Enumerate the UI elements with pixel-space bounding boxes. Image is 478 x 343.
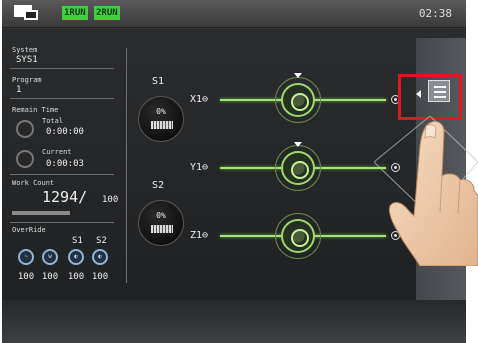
current-time-value: 0:00:03 (46, 159, 84, 169)
spindle-load-bars (151, 225, 173, 233)
override-value: 100 (67, 272, 85, 282)
axis-y1-marker-icon (294, 142, 302, 147)
work-count-label: Work Count (12, 179, 55, 187)
total-label: Total (42, 117, 64, 125)
axis-z1-knob[interactable] (281, 219, 315, 253)
divider-line (10, 68, 114, 69)
total-time-ring-icon (16, 120, 34, 138)
program-value: 1 (16, 85, 22, 95)
override-spindle1-icon[interactable]: ◐ (68, 249, 84, 265)
override-s2-label: S2 (96, 236, 107, 246)
axis-y1-knob[interactable] (281, 151, 315, 185)
override-rapid-icon[interactable]: ~ (18, 249, 34, 265)
override-feed-icon[interactable]: w (42, 249, 58, 265)
current-time-ring-icon (16, 150, 34, 168)
divider-line (10, 174, 114, 175)
axis-x1-knob[interactable] (281, 83, 315, 117)
run-status-2: 2RUN (94, 6, 120, 20)
system-label: System (12, 46, 38, 54)
remain-time-label: Remain Time (12, 106, 59, 114)
spindle-s1-label: S1 (152, 76, 165, 87)
work-count-target: 100 (102, 195, 119, 205)
panel-divider (126, 48, 127, 283)
work-count-value: 1294/ (42, 188, 88, 206)
spindle-load-bars (151, 121, 173, 129)
bottom-bezel (2, 300, 466, 343)
program-label: Program (12, 76, 42, 84)
pointing-hand-icon (374, 116, 478, 266)
override-value: 100 (91, 272, 109, 282)
clock: 02:38 (418, 7, 452, 20)
axis-y1-label: Y1⊖ (190, 162, 209, 173)
current-label: Current (42, 148, 72, 156)
spindle-s2-label: S2 (152, 180, 165, 191)
override-value: 100 (17, 272, 35, 282)
divider-line (10, 222, 114, 223)
spindle-s1-percent: 0% (156, 107, 166, 116)
menu-button-highlight[interactable] (398, 74, 462, 120)
system-value: SYS1 (16, 55, 38, 65)
work-count-progress (12, 211, 70, 215)
status-bar: 1RUN 2RUN 02:38 (2, 0, 466, 28)
axis-x1-marker-icon (294, 73, 302, 78)
override-spindle2-icon[interactable]: ◐ (92, 249, 108, 265)
run-status-1: 1RUN (62, 6, 88, 20)
pc-link-icon[interactable] (14, 5, 40, 22)
total-time-value: 0:00:00 (46, 127, 84, 137)
spindle-s2-percent: 0% (156, 211, 166, 220)
axis-z1-label: Z1⊖ (190, 230, 209, 241)
info-panel: System SYS1 Program 1 Remain Time Total … (2, 40, 122, 300)
spindle-s2-dial[interactable]: 0% (138, 200, 184, 246)
override-label: OverRide (12, 226, 46, 234)
axis-x1-label: X1⊖ (190, 94, 209, 105)
spindle-s1-dial[interactable]: 0% (138, 96, 184, 142)
divider-line (10, 98, 114, 99)
override-s1-label: S1 (72, 236, 83, 246)
override-value: 100 (41, 272, 59, 282)
